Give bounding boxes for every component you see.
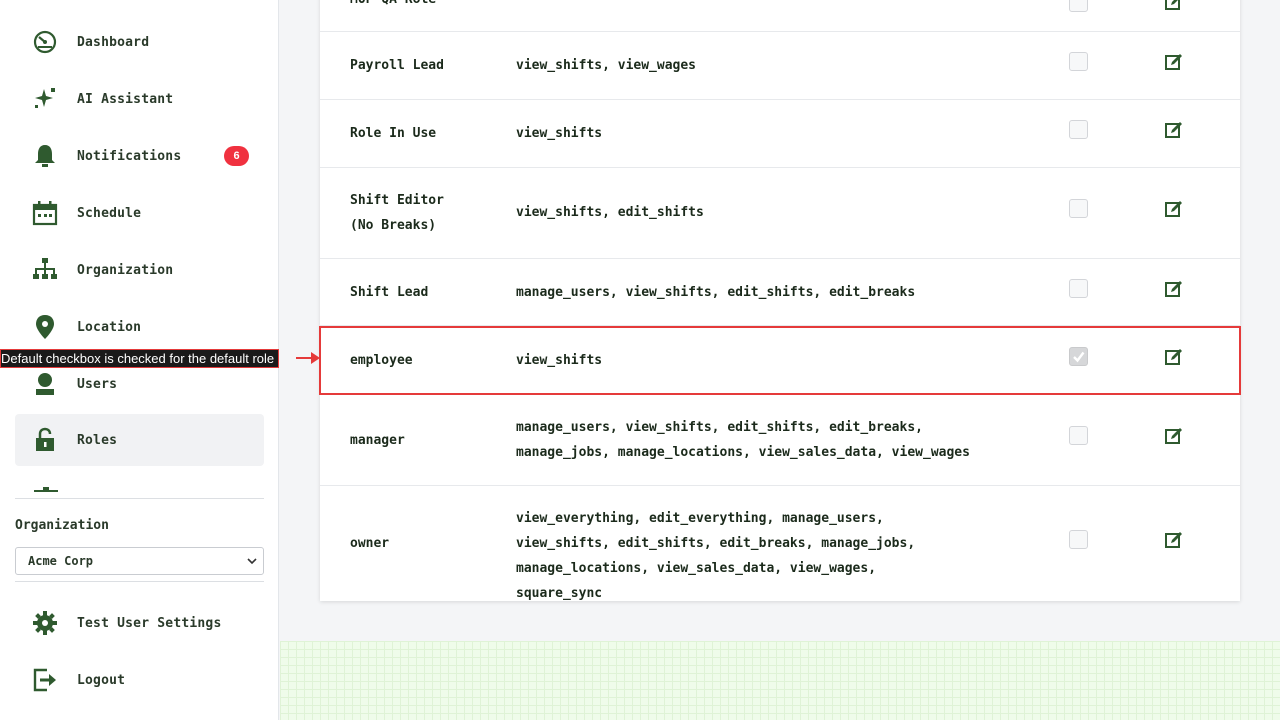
role-permissions: view_shifts: [516, 126, 603, 141]
bell-icon: [30, 141, 60, 171]
sidebar-item-label: Schedule: [77, 205, 142, 221]
sidebar-item-label: Location: [77, 319, 142, 335]
sidebar-item-notifications[interactable]: Notifications 6: [15, 130, 264, 182]
role-name: manager: [350, 433, 405, 448]
annotation-arrow-head: [311, 352, 320, 364]
default-checkbox[interactable]: [1069, 530, 1088, 549]
sidebar-item-label: Notifications: [77, 148, 182, 164]
gear-icon: [30, 608, 60, 638]
annotation-text: Default checkbox is checked for the defa…: [1, 351, 275, 366]
sidebar-item-label: Organization: [77, 262, 174, 278]
sidebar-item-roles[interactable]: Roles: [15, 414, 264, 466]
default-checkbox[interactable]: [1069, 52, 1088, 71]
edit-icon[interactable]: [1165, 121, 1183, 139]
role-permissions: manage_users, view_shifts, edit_shifts, …: [516, 420, 970, 460]
table-row: Role In Use view_shifts: [320, 100, 1240, 168]
sidebar-divider: [15, 498, 264, 499]
table-row: Payroll Lead view_shifts, view_wages: [320, 32, 1240, 100]
sidebar-item-schedule[interactable]: Schedule: [15, 187, 264, 239]
edit-icon[interactable]: [1165, 200, 1183, 218]
default-role-highlight: [319, 326, 1241, 395]
sidebar-item-logout[interactable]: Logout: [15, 654, 264, 706]
decorative-grid-footer: [280, 641, 1280, 720]
annotation-callout: Default checkbox is checked for the defa…: [0, 349, 280, 368]
map-pin-icon: [30, 312, 60, 342]
sidebar-item-ai-assistant[interactable]: AI Assistant: [15, 73, 264, 125]
dashboard-icon: [30, 27, 60, 57]
table-row: Shift Editor (No Breaks) view_shifts, edi…: [320, 168, 1240, 259]
role-permissions: view_shifts, edit_shifts: [516, 205, 704, 220]
edit-icon[interactable]: [1165, 280, 1183, 298]
sidebar-item-test-user-settings[interactable]: Test User Settings: [15, 597, 264, 649]
default-checkbox[interactable]: [1069, 199, 1088, 218]
sidebar-item-label: Test User Settings: [77, 615, 222, 631]
clipped-sidebar-icon: [34, 487, 58, 492]
calendar-icon: [30, 198, 60, 228]
role-name: Payroll Lead: [350, 58, 444, 73]
organization-select[interactable]: Acme Corp: [15, 547, 264, 575]
role-permissions: view_shifts, view_wages: [516, 58, 697, 73]
sidebar-item-label: Roles: [77, 432, 118, 448]
chevron-down-icon: [247, 554, 257, 571]
table-row: MOP QA Role: [320, 0, 1240, 32]
edit-icon[interactable]: [1165, 531, 1183, 549]
table-row: Shift Lead manage_users, view_shifts, edi…: [320, 259, 1240, 326]
sidebar-item-label: Logout: [77, 672, 126, 688]
default-checkbox[interactable]: [1069, 120, 1088, 139]
notification-count-badge: 6: [224, 146, 249, 166]
logout-icon: [30, 665, 60, 695]
table-row: owner view_everything, edit_everything, m…: [320, 486, 1240, 601]
default-checkbox[interactable]: [1069, 0, 1088, 12]
sidebar-item-label: AI Assistant: [77, 91, 174, 107]
sidebar-item-dashboard[interactable]: Dashboard: [15, 16, 264, 68]
edit-icon[interactable]: [1165, 53, 1183, 71]
default-checkbox[interactable]: [1069, 279, 1088, 298]
sidebar-divider: [15, 581, 264, 582]
lock-icon: [30, 425, 60, 455]
sidebar-item-organization[interactable]: Organization: [15, 244, 264, 296]
edit-icon[interactable]: [1165, 427, 1183, 445]
role-permissions: view_everything, edit_everything, manage…: [516, 511, 916, 601]
role-name: Role In Use: [350, 126, 437, 141]
sidebar-item-location[interactable]: Location: [15, 301, 264, 353]
sidebar-item-label: Users: [77, 376, 118, 392]
organization-select-value: Acme Corp: [28, 554, 94, 568]
role-permissions: manage_users, view_shifts, edit_shifts, …: [516, 285, 916, 300]
org-chart-icon: [30, 255, 60, 285]
role-name: Shift Editor (No Breaks): [350, 193, 444, 233]
role-name: MOP QA Role: [350, 0, 500, 12]
sidebar-item-label: Dashboard: [77, 34, 150, 50]
table-row: manager manage_users, view_shifts, edit_s…: [320, 395, 1240, 486]
sparkle-icon: [30, 84, 60, 114]
user-icon: [30, 369, 60, 399]
default-checkbox[interactable]: [1069, 426, 1088, 445]
edit-icon[interactable]: [1165, 0, 1183, 11]
role-name: owner: [350, 536, 390, 551]
organization-label: Organization: [15, 518, 109, 533]
role-name: Shift Lead: [350, 285, 429, 300]
